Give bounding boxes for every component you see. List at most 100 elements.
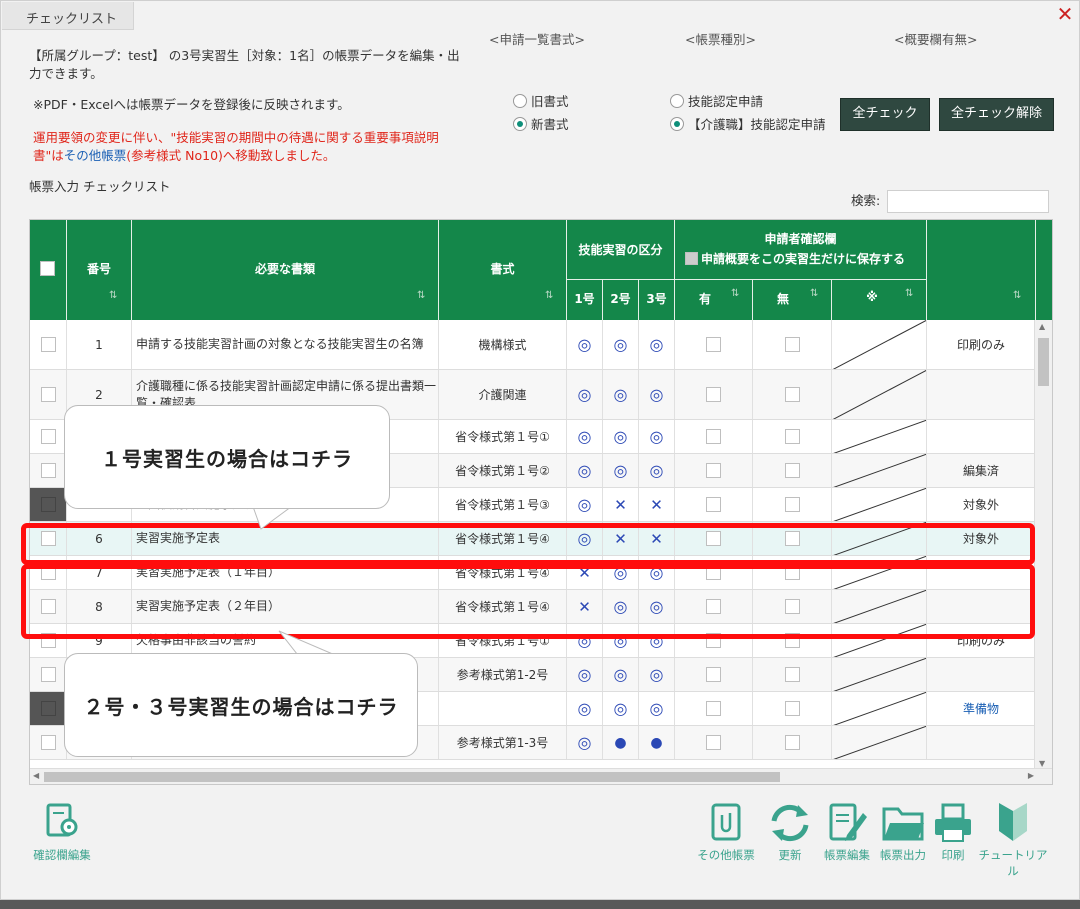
diagonal-slash (833, 454, 926, 487)
close-icon[interactable]: ✕ (1055, 3, 1075, 25)
confirm-no-cell (753, 370, 832, 419)
note-cell (832, 658, 927, 691)
table-row[interactable]: 1 申請する技能実習計画の対象となる技能実習生の名簿 機構様式 ◎ ◎ ◎ 印刷のみ (30, 320, 1036, 370)
category-c1-cell: ◎ (567, 320, 603, 369)
refresh-button[interactable]: 更新 (763, 801, 817, 863)
tutorial-button[interactable]: チュートリアル (977, 801, 1049, 879)
header-no[interactable]: 無 ⇅ (753, 280, 832, 320)
confirm-yes-checkbox[interactable] (706, 701, 721, 716)
horizontal-scrollbar[interactable]: ◀ ▶ (30, 768, 1052, 784)
header-note[interactable]: ※ ⇅ (832, 280, 927, 320)
uncheck-all-button[interactable]: 全チェック解除 (939, 98, 1054, 131)
header-applicant: 申請者確認欄 申請概要をこの実習生だけに保存する (675, 220, 927, 280)
horizontal-scroll-thumb[interactable] (44, 772, 780, 782)
confirm-yes-checkbox[interactable] (706, 497, 721, 512)
confirm-yes-cell (675, 420, 753, 453)
header-status[interactable]: ⇅ (927, 220, 1036, 320)
row-select-cell (30, 726, 67, 759)
radio-skill-cert[interactable]: 技能認定申請 (670, 91, 763, 110)
header-category: 技能実習の区分 (567, 220, 675, 280)
row-checkbox[interactable] (40, 701, 56, 716)
confirm-no-checkbox[interactable] (784, 429, 800, 444)
row-checkbox[interactable] (40, 497, 56, 512)
scroll-right-icon[interactable]: ▶ (1028, 771, 1034, 780)
confirm-no-checkbox[interactable] (784, 387, 800, 402)
double-circle-icon: ◎ (577, 733, 592, 752)
vertical-scroll-thumb[interactable] (1038, 338, 1049, 386)
note-cell (832, 692, 927, 725)
sort-icon[interactable]: ⇅ (417, 290, 425, 301)
refresh-icon (771, 804, 809, 842)
double-circle-icon: ◎ (577, 335, 592, 354)
radio-new-format[interactable]: 新書式 (513, 114, 569, 133)
save-summary-option[interactable]: 申請概要をこの実習生だけに保存する (685, 250, 905, 267)
search-input[interactable] (887, 190, 1049, 213)
row-checkbox[interactable] (40, 667, 56, 682)
intro-line-2: 力できます。 (29, 66, 103, 81)
row-checkbox[interactable] (40, 337, 56, 352)
other-forms-button[interactable]: その他帳票 (691, 801, 761, 863)
row-format-cell: 省令様式第１号② (439, 454, 567, 487)
print-button[interactable]: 印刷 (931, 801, 975, 863)
row-status[interactable]: 準備物 (963, 700, 999, 717)
row-checkbox[interactable] (40, 463, 56, 478)
header-select-all[interactable] (30, 220, 67, 320)
check-all-button[interactable]: 全チェック (840, 98, 930, 131)
double-circle-icon: ◎ (613, 461, 628, 480)
form-output-button[interactable]: 帳票出力 (877, 801, 929, 863)
callout-first-year: １号実習生の場合はコチラ (64, 405, 390, 509)
filled-circle-icon: ● (614, 734, 627, 751)
form-edit-button[interactable]: 帳票編集 (819, 801, 875, 863)
confirm-yes-checkbox[interactable] (706, 429, 721, 444)
radio-care-skill-cert[interactable]: 【介護職】技能認定申請 (670, 114, 826, 133)
category-c1-cell: ◎ (567, 488, 603, 521)
category-c1-cell: ◎ (567, 420, 603, 453)
row-select-cell (30, 488, 67, 521)
header-yes[interactable]: 有 ⇅ (675, 280, 753, 320)
header-cat2-label: 2号 (610, 292, 631, 306)
row-select-cell (30, 454, 67, 487)
note-cell (832, 454, 927, 487)
row-checkbox[interactable] (40, 735, 56, 750)
sort-icon[interactable]: ⇅ (109, 290, 117, 301)
row-checkbox[interactable] (40, 387, 56, 402)
scroll-up-icon[interactable]: ▲ (1039, 322, 1045, 331)
confirm-yes-checkbox[interactable] (706, 387, 721, 402)
confirm-no-checkbox[interactable] (784, 701, 800, 716)
radio-old-format[interactable]: 旧書式 (513, 91, 569, 110)
scroll-down-icon[interactable]: ▼ (1039, 759, 1045, 768)
header-documents[interactable]: 必要な書類 ⇅ (132, 220, 439, 320)
row-format: 機構様式 (478, 338, 527, 352)
confirm-yes-checkbox[interactable] (706, 337, 721, 352)
confirm-yes-cell (675, 658, 753, 691)
sort-icon[interactable]: ⇅ (731, 288, 739, 299)
row-status: 編集済 (962, 464, 999, 478)
other-forms-link[interactable]: その他帳票 (64, 148, 127, 163)
double-circle-icon: ◎ (577, 427, 592, 446)
confirm-no-checkbox[interactable] (784, 337, 800, 352)
confirm-edit-button[interactable]: 確認欄編集 (27, 801, 97, 863)
sort-icon[interactable]: ⇅ (1013, 290, 1021, 301)
confirm-no-checkbox[interactable] (784, 497, 800, 512)
select-all-checkbox[interactable] (40, 261, 55, 276)
save-summary-checkbox[interactable] (685, 252, 698, 265)
row-format-cell: 省令様式第１号③ (439, 488, 567, 521)
confirm-no-checkbox[interactable] (784, 667, 800, 682)
sort-icon[interactable]: ⇅ (905, 288, 913, 299)
sort-icon[interactable]: ⇅ (545, 290, 553, 301)
diagonal-slash (832, 370, 926, 419)
sort-icon[interactable]: ⇅ (810, 288, 818, 299)
confirm-no-checkbox[interactable] (784, 463, 800, 478)
vertical-scrollbar[interactable]: ▲ ▼ (1034, 320, 1052, 770)
confirm-no-checkbox[interactable] (784, 735, 800, 750)
header-number[interactable]: 番号 ⇅ (67, 220, 132, 320)
confirm-no-cell (753, 420, 832, 453)
confirm-yes-checkbox[interactable] (706, 735, 721, 750)
confirm-yes-checkbox[interactable] (706, 463, 721, 478)
row-status-cell (927, 726, 1036, 759)
confirm-yes-checkbox[interactable] (706, 667, 721, 682)
category-c3-cell: ◎ (639, 370, 675, 419)
scroll-left-icon[interactable]: ◀ (33, 771, 39, 780)
row-checkbox[interactable] (40, 429, 56, 444)
header-format[interactable]: 書式 ⇅ (439, 220, 567, 320)
